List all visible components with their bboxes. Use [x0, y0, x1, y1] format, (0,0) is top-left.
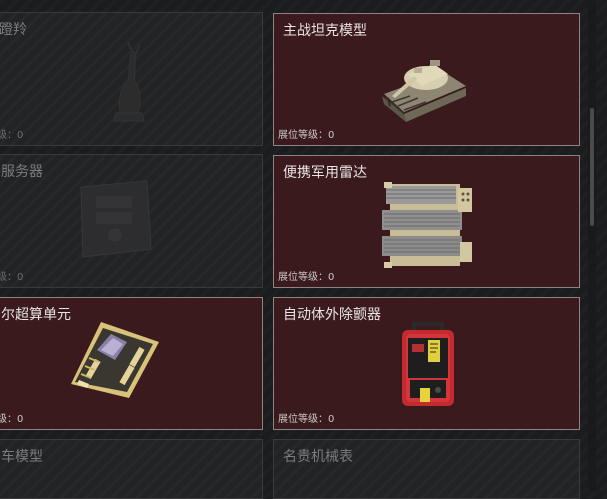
scrollbar[interactable] [588, 0, 596, 491]
corner-mark [258, 440, 262, 444]
corner-mark [575, 14, 579, 18]
corner-mark [575, 440, 579, 444]
display-slot-supercomputer-unit[interactable]: 尔超算单元 级：0 [0, 297, 263, 430]
item-title: 名贵机械表 [283, 449, 353, 465]
display-slot-luxury-watch[interactable]: 名贵机械表 [273, 439, 580, 499]
display-slot-aed[interactable]: 自动体外除颤器 展位等级：0 [273, 297, 580, 430]
corner-mark [274, 440, 278, 444]
corner-mark [258, 13, 262, 17]
corner-mark [274, 298, 278, 302]
display-slot-car-model[interactable]: 车模型 [0, 439, 263, 499]
corner-mark [258, 155, 262, 159]
corner-mark [274, 156, 278, 160]
display-grid: 蹬羚 级：0 主战坦克模型 [0, 0, 607, 499]
display-level: 级：0 [0, 130, 24, 141]
tank-model-icon [374, 34, 474, 133]
display-slot-military-radar[interactable]: 便携军用雷达 展位等级：0 [273, 155, 580, 288]
display-level: 展位等级：0 [278, 130, 335, 141]
item-title: 便携军用雷达 [283, 165, 367, 181]
corner-mark [575, 298, 579, 302]
display-slot-tank-model[interactable]: 主战坦克模型 展位等级：0 [273, 13, 580, 146]
military-radar-icon [380, 180, 476, 274]
corner-mark [258, 298, 262, 302]
display-level: 级：0 [0, 414, 24, 425]
item-title: 自动体外除颤器 [283, 307, 381, 323]
display-level: 级：0 [0, 272, 24, 283]
corner-mark [274, 14, 278, 18]
display-level: 展位等级：0 [278, 414, 335, 425]
gazelle-statue-icon [84, 41, 164, 135]
display-slot-gazelle[interactable]: 蹬羚 级：0 [0, 12, 263, 146]
server-icon [67, 179, 159, 263]
display-slot-server[interactable]: 服务器 级：0 [0, 154, 263, 288]
item-title: 主战坦克模型 [283, 23, 367, 39]
supercomputer-unit-icon [61, 314, 167, 402]
item-title: 服务器 [1, 164, 43, 180]
corner-mark [575, 156, 579, 160]
item-title: 蹬羚 [0, 22, 27, 38]
scrollbar-thumb[interactable] [590, 108, 594, 226]
display-level: 展位等级：0 [278, 272, 335, 283]
aed-defibrillator-icon [398, 318, 458, 414]
item-title: 车模型 [1, 449, 43, 465]
